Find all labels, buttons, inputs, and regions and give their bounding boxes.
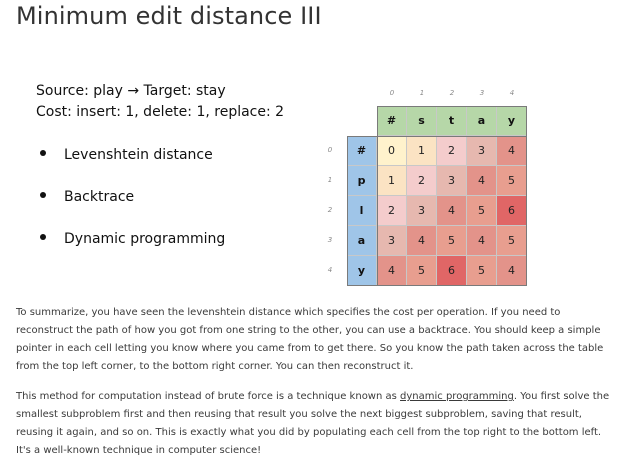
paragraph-text: This method for computation instead of b… [16,391,401,402]
row-index: 1 [327,176,333,184]
bullet-icon [40,234,46,240]
list-item-label: Levenshtein distance [64,147,213,163]
list-item: Levenshtein distance [40,147,213,163]
list-item: Backtrace [40,189,134,205]
summary-paragraph: To summarize, you have seen the levensht… [16,307,604,372]
column-index: 3 [479,89,485,97]
source-target-line: Source: play → Target: stay [36,83,226,99]
bullet-icon [40,192,46,198]
row-index: 2 [327,206,333,214]
row-index: 0 [327,146,333,154]
row-index: 4 [327,266,333,274]
cost-line: Cost: insert: 1, delete: 1, replace: 2 [36,104,285,120]
bullet-icon [40,150,46,156]
list-item: Dynamic programming [40,231,225,247]
dynamic-programming-link[interactable]: dynamic programming [400,391,514,402]
header-frame [377,106,527,286]
column-index: 2 [449,89,455,97]
dynamic-programming-paragraph: This method for computation instead of b… [16,388,612,460]
page-title: Minimum edit distance III [16,2,322,30]
column-index: 1 [419,89,425,97]
column-index: 0 [389,89,395,97]
list-item-label: Backtrace [64,189,135,205]
column-index: 4 [509,89,515,97]
list-item-label: Dynamic programming [64,231,226,247]
row-index: 3 [327,236,333,244]
